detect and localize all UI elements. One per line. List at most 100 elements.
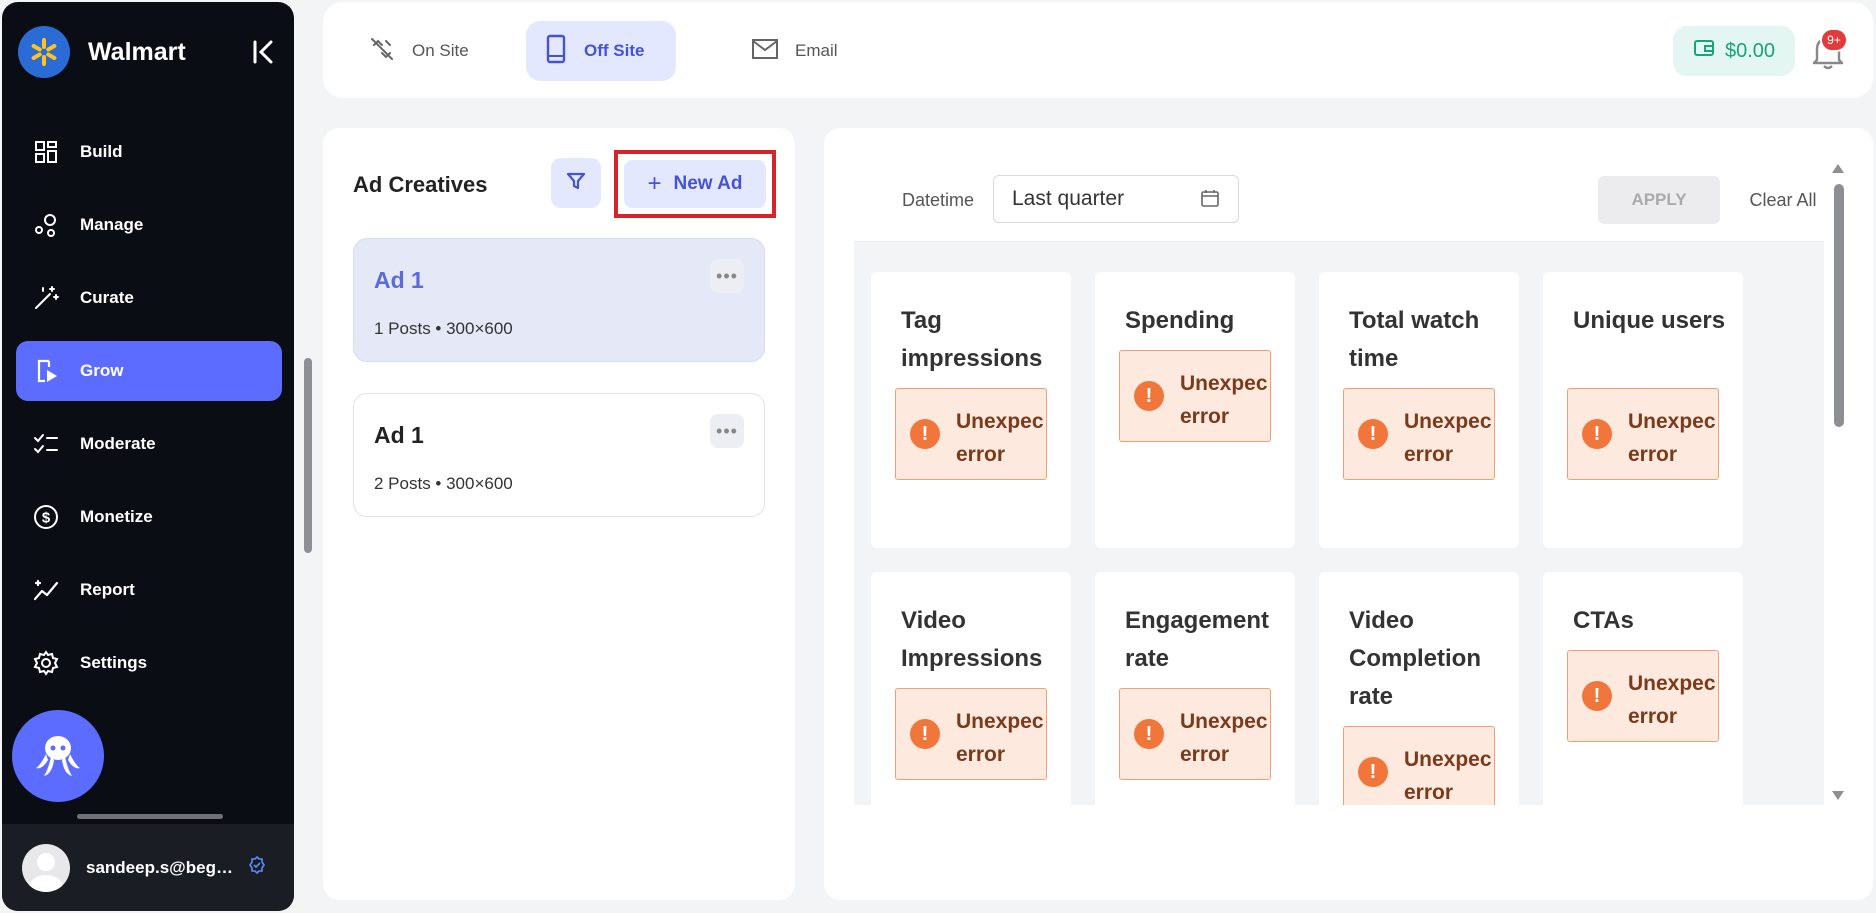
user-email: sandeep.s@begen...	[86, 857, 236, 877]
datetime-value: Last quarter	[1012, 187, 1125, 210]
wallet-amount: $0.00	[1724, 39, 1776, 62]
error-icon: !	[1582, 681, 1612, 711]
panel-title: Ad Creatives	[353, 172, 488, 197]
error-text: Unexpec error	[956, 710, 1044, 766]
sidebar-item-label: Build	[80, 142, 123, 161]
manage-icon	[32, 211, 60, 239]
error-message: ! Unexpec error	[1343, 726, 1495, 805]
collapse-sidebar-icon[interactable]	[249, 37, 279, 67]
sidebar-item-label: Manage	[80, 215, 144, 234]
wallet-balance[interactable]: $0.00	[1673, 26, 1795, 76]
sidebar-item-curate[interactable]: Curate	[16, 268, 282, 328]
walmart-spark-icon	[18, 26, 70, 78]
horizontal-scrollbar[interactable]	[77, 814, 223, 819]
notification-badge: 9+	[1820, 28, 1848, 52]
scroll-down-icon[interactable]	[1832, 791, 1844, 800]
calendar-icon	[1200, 188, 1220, 214]
mobile-icon	[544, 34, 568, 69]
tab-label: On Site	[412, 41, 469, 60]
mail-icon	[751, 37, 779, 66]
tab-label: Off Site	[584, 41, 645, 60]
error-text: Unexpec error	[956, 410, 1044, 466]
sidebar-item-label: Settings	[80, 653, 148, 672]
error-message: ! Unexpec error	[1567, 650, 1719, 742]
error-message: ! Unexpec error	[895, 688, 1047, 780]
error-icon: !	[1134, 381, 1164, 411]
ad-meta: 2 Posts • 300×600	[374, 474, 513, 493]
vertical-scrollbar[interactable]	[1834, 184, 1844, 427]
sidebar-item-report[interactable]: Report	[16, 560, 282, 620]
metric-title: Spending	[1125, 307, 1235, 334]
error-icon: !	[910, 419, 940, 449]
brand-name: Walmart	[88, 37, 186, 66]
more-options-icon[interactable]: •••	[710, 259, 744, 293]
svg-text:$: $	[42, 510, 51, 527]
assistant-bot-icon[interactable]	[12, 710, 104, 802]
metric-card-engagement-rate: Engagement rate ! Unexpec error	[1095, 572, 1295, 805]
checklist-icon	[32, 430, 60, 458]
magic-wand-icon	[32, 284, 60, 312]
metric-card-video-completion-rate: Video Completion rate ! Unexpec error	[1319, 572, 1519, 805]
user-profile[interactable]: sandeep.s@begen...	[2, 824, 294, 911]
tab-email[interactable]: Email	[733, 21, 856, 81]
error-text: Unexpec error	[1180, 710, 1268, 766]
sidebar-item-label: Curate	[80, 288, 134, 307]
metric-card-tag-impressions: Tag impressions ! Unexpec error	[871, 272, 1071, 548]
more-options-icon[interactable]: •••	[710, 414, 744, 448]
tab-label: Email	[795, 41, 838, 60]
sidebar-item-moderate[interactable]: Moderate	[16, 414, 282, 474]
error-message: ! Unexpec error	[1343, 388, 1495, 480]
error-text: Unexpec error	[1404, 410, 1492, 466]
ad-card[interactable]: Ad 1 1 Posts • 300×600 •••	[353, 238, 765, 362]
new-ad-highlight: + New Ad	[614, 150, 776, 218]
ad-name: Ad 1	[374, 267, 424, 293]
avatar	[22, 843, 70, 892]
scroll-up-icon[interactable]	[1832, 164, 1844, 173]
sidebar-item-monetize[interactable]: $ Monetize	[16, 487, 282, 547]
error-text: Unexpec error	[1180, 372, 1268, 428]
sidebar-item-label: Grow	[80, 361, 124, 380]
datetime-select[interactable]: Last quarter	[993, 175, 1239, 223]
error-message: ! Unexpec error	[1119, 350, 1271, 442]
filter-button[interactable]	[551, 158, 601, 208]
sidebar-item-label: Report	[80, 580, 135, 599]
wallet-icon	[1693, 38, 1715, 64]
chart-icon	[32, 576, 60, 604]
sidebar-item-label: Monetize	[80, 507, 153, 526]
ad-creatives-panel: Ad Creatives + New Ad Ad 1 1 Posts • 300…	[323, 128, 795, 900]
sidebar-item-build[interactable]: Build	[16, 122, 282, 182]
metric-card-ctas: CTAs ! Unexpec error	[1543, 572, 1743, 805]
error-message: ! Unexpec error	[895, 388, 1047, 480]
sidebar-item-manage[interactable]: Manage	[16, 195, 282, 255]
apply-button[interactable]: APPLY	[1598, 176, 1720, 224]
tab-off-site[interactable]: Off Site	[526, 21, 676, 81]
sidebar-scrollbar[interactable]	[304, 358, 312, 553]
metric-card-video-impressions: Video Impressions ! Unexpec error	[871, 572, 1071, 805]
metric-title: Tag impressions	[901, 307, 1043, 372]
metric-title: Engagement rate	[1125, 607, 1270, 672]
metrics-grid: Tag impressions ! Unexpec error Spending …	[854, 242, 1824, 805]
error-message: ! Unexpec error	[1119, 688, 1271, 780]
tab-on-site[interactable]: On Site	[350, 21, 487, 81]
error-text: Unexpec error	[1628, 410, 1716, 466]
metric-title: Video Impressions	[901, 607, 1043, 672]
metric-card-unique-users: Unique users ! Unexpec error	[1543, 272, 1743, 548]
grow-icon	[32, 357, 60, 385]
ad-card[interactable]: Ad 1 2 Posts • 300×600 •••	[353, 393, 765, 517]
metric-title: Video Completion rate	[1349, 607, 1481, 710]
error-icon: !	[1582, 419, 1612, 449]
error-text: Unexpec error	[1404, 748, 1492, 804]
dollar-icon: $	[32, 503, 60, 531]
sidebar-item-grow[interactable]: Grow	[16, 341, 282, 401]
brand[interactable]: Walmart	[18, 26, 186, 78]
grid-icon	[32, 138, 60, 166]
top-bar: On Site Off Site Email $0.00 9+	[323, 2, 1873, 98]
clear-all-button[interactable]: Clear All	[1723, 190, 1843, 211]
new-ad-button[interactable]: + New Ad	[624, 160, 766, 208]
sidebar-item-settings[interactable]: Settings	[16, 633, 282, 693]
stats-panel: Datetime Last quarter APPLY Clear All Ta…	[824, 128, 1873, 900]
metric-card-spending: Spending ! Unexpec error	[1095, 272, 1295, 548]
sidebar-nav: Build Manage Curate Grow Moderate $ Mone…	[16, 122, 282, 706]
filter-icon	[566, 171, 586, 196]
sidebar-item-label: Moderate	[80, 434, 156, 453]
